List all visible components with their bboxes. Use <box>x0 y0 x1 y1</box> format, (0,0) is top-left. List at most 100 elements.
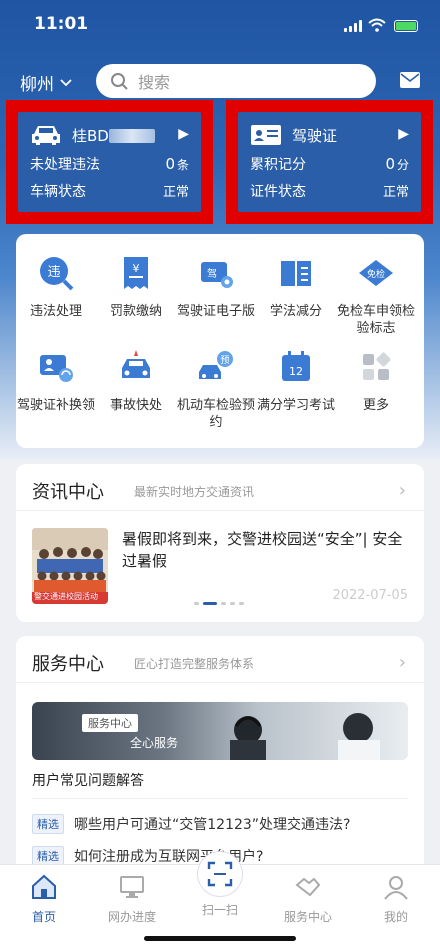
points-unit: 分 <box>396 157 409 172</box>
featured-chip: 精选 <box>32 846 64 866</box>
license-card-body: 驾驶证 ▶ 累积记分 0分 证件状态 正常 <box>238 112 421 212</box>
carousel-dot <box>230 602 235 605</box>
service-item-more[interactable]: 更多 <box>336 348 416 414</box>
carousel-dot <box>221 602 226 605</box>
service-item-accident[interactable]: 事故快处 <box>96 348 176 414</box>
service-label: 免检车申领检验标志 <box>336 304 415 336</box>
search-icon <box>111 73 128 90</box>
news-thumbnail-caption: 警交通进校园活动 <box>34 592 98 601</box>
home-icon <box>32 874 56 899</box>
news-title: 资讯中心 <box>32 482 104 503</box>
service-item-e-license[interactable]: 驾 驾驶证电子版 <box>176 254 256 320</box>
carousel-dot <box>239 602 244 605</box>
tab-label: 我的 <box>383 910 408 924</box>
license-status-value: 正常 <box>382 185 409 200</box>
points-value: 0分 <box>385 155 409 173</box>
plate-number: 桂BD <box>72 125 155 146</box>
scan-button[interactable] <box>198 852 242 896</box>
carousel-dot <box>194 602 199 605</box>
banner-tag: 服务中心 <box>82 714 138 732</box>
svg-text:驾: 驾 <box>207 268 217 280</box>
tab-label: 首页 <box>31 910 56 924</box>
license-status-row: 证件状态 正常 <box>250 177 409 204</box>
city-selector[interactable]: 柳州 <box>20 70 72 95</box>
handshake-icon <box>295 877 321 897</box>
summary-cards: 桂BD ▶ 未处理违法 0条 车辆状态 正常 驾驶证 ▶ 累积记分 0分 证件状… <box>0 100 440 225</box>
search-input[interactable]: 搜索 <box>96 64 376 98</box>
license-title: 驾驶证 <box>292 126 338 145</box>
svg-text:违: 违 <box>47 265 60 280</box>
status-time: 11:01 <box>34 14 89 34</box>
news-headline[interactable]: 暑假即将到来，交警进校园送“安全”| 安全过暑假 <box>122 528 410 572</box>
news-date: 2022-07-05 <box>332 588 408 603</box>
faq-question: 哪些用户可通过“交管12123”处理交通违法? <box>74 817 351 833</box>
carousel-dot-active <box>203 602 217 605</box>
tab-progress[interactable]: 网办进度 <box>92 873 172 925</box>
tab-home[interactable]: 首页 <box>4 873 84 925</box>
svg-text:免检: 免检 <box>367 268 385 280</box>
cellular-signal-icon <box>344 20 362 32</box>
faq-heading: 用户常见问题解答 <box>32 773 144 789</box>
e-license-icon: 驾 <box>201 262 233 288</box>
vehicle-status-value: 正常 <box>162 185 189 200</box>
inspection-exempt-icon: 免检 <box>359 260 393 286</box>
service-item-study[interactable]: 学法减分 <box>256 254 336 320</box>
faq-item[interactable]: 精选 哪些用户可通过“交管12123”处理交通违法? <box>32 814 350 834</box>
tab-profile[interactable]: 我的 <box>356 873 436 925</box>
plate-blur <box>108 129 155 143</box>
scan-icon <box>207 861 233 887</box>
news-center: 资讯中心 最新实时地方交通资讯 › 警交通进校园活动 暑假即将到来，交警进校园送… <box>16 464 424 622</box>
service-item-exempt[interactable]: 免检 免检车申领检验标志 <box>336 254 416 337</box>
calendar-exam-icon: 12 <box>282 351 310 381</box>
divider <box>32 798 408 799</box>
divider <box>16 682 424 683</box>
tab-scan[interactable]: 扫一扫 <box>180 901 260 918</box>
license-card[interactable]: 驾驶证 ▶ 累积记分 0分 证件状态 正常 <box>226 100 433 224</box>
id-card-icon <box>251 125 281 145</box>
service-label: 更多 <box>362 398 389 413</box>
news-thumbnail[interactable]: 警交通进校园活动 <box>32 528 108 604</box>
chevron-right-icon[interactable]: › <box>399 652 406 673</box>
more-icon <box>363 352 391 380</box>
service-item-violation[interactable]: 违 违法处理 <box>16 254 96 320</box>
car-icon <box>32 126 60 145</box>
accident-icon <box>122 350 150 378</box>
tab-label: 扫一扫 <box>201 903 238 917</box>
chevron-down-icon <box>60 78 72 86</box>
vehicle-status-row: 车辆状态 正常 <box>30 177 189 204</box>
service-item-inspection[interactable]: 预 机动车检验预约 <box>176 348 256 431</box>
status-bar: 11:01 <box>0 12 440 42</box>
violations-row: 未处理违法 0条 <box>30 150 189 177</box>
chevron-right-icon[interactable]: › <box>399 480 406 501</box>
service-label: 违法处理 <box>29 304 82 319</box>
tab-label: 网办进度 <box>107 910 156 924</box>
vehicle-card-title: 桂BD <box>30 120 189 150</box>
service-label: 驾驶证补换领 <box>16 398 95 413</box>
service-item-replace[interactable]: 驾驶证补换领 <box>16 348 96 414</box>
service-item-fine[interactable]: ¥ 罚款缴纳 <box>96 254 176 320</box>
chevron-right-icon: ▶ <box>398 126 409 142</box>
service-label: 事故快处 <box>109 398 162 413</box>
tab-label: 服务中心 <box>283 910 332 924</box>
banner-text: 全心服务 <box>130 736 179 750</box>
service-center-subtitle: 匠心打造完整服务体系 <box>134 657 255 671</box>
points-row: 累积记分 0分 <box>250 150 409 177</box>
fine-payment-icon: ¥ <box>124 257 148 289</box>
home-indicator <box>144 936 296 941</box>
license-card-title: 驾驶证 <box>250 120 409 150</box>
service-banner[interactable]: 服务中心 全心服务 <box>32 702 408 760</box>
service-center-title: 服务中心 <box>32 654 104 675</box>
search-placeholder: 搜索 <box>138 73 171 92</box>
wifi-icon <box>368 18 386 32</box>
vehicle-card[interactable]: 桂BD ▶ 未处理违法 0条 车辆状态 正常 <box>6 100 213 224</box>
service-item-exam[interactable]: 12 满分学习考试 <box>256 348 336 414</box>
featured-chip: 精选 <box>32 814 64 834</box>
service-center: 服务中心 匠心打造完整服务体系 › 服务中心 全心服务 用户常见问题解答 精选 … <box>16 636 424 876</box>
violations-count: 0 <box>165 154 175 173</box>
violations-value: 0条 <box>165 155 189 173</box>
service-label: 驾驶证电子版 <box>176 304 255 319</box>
banner-photo <box>230 713 380 760</box>
search-row: 柳州 搜索 <box>0 64 440 98</box>
tab-service-center[interactable]: 服务中心 <box>268 873 348 925</box>
mail-icon[interactable] <box>400 72 420 88</box>
